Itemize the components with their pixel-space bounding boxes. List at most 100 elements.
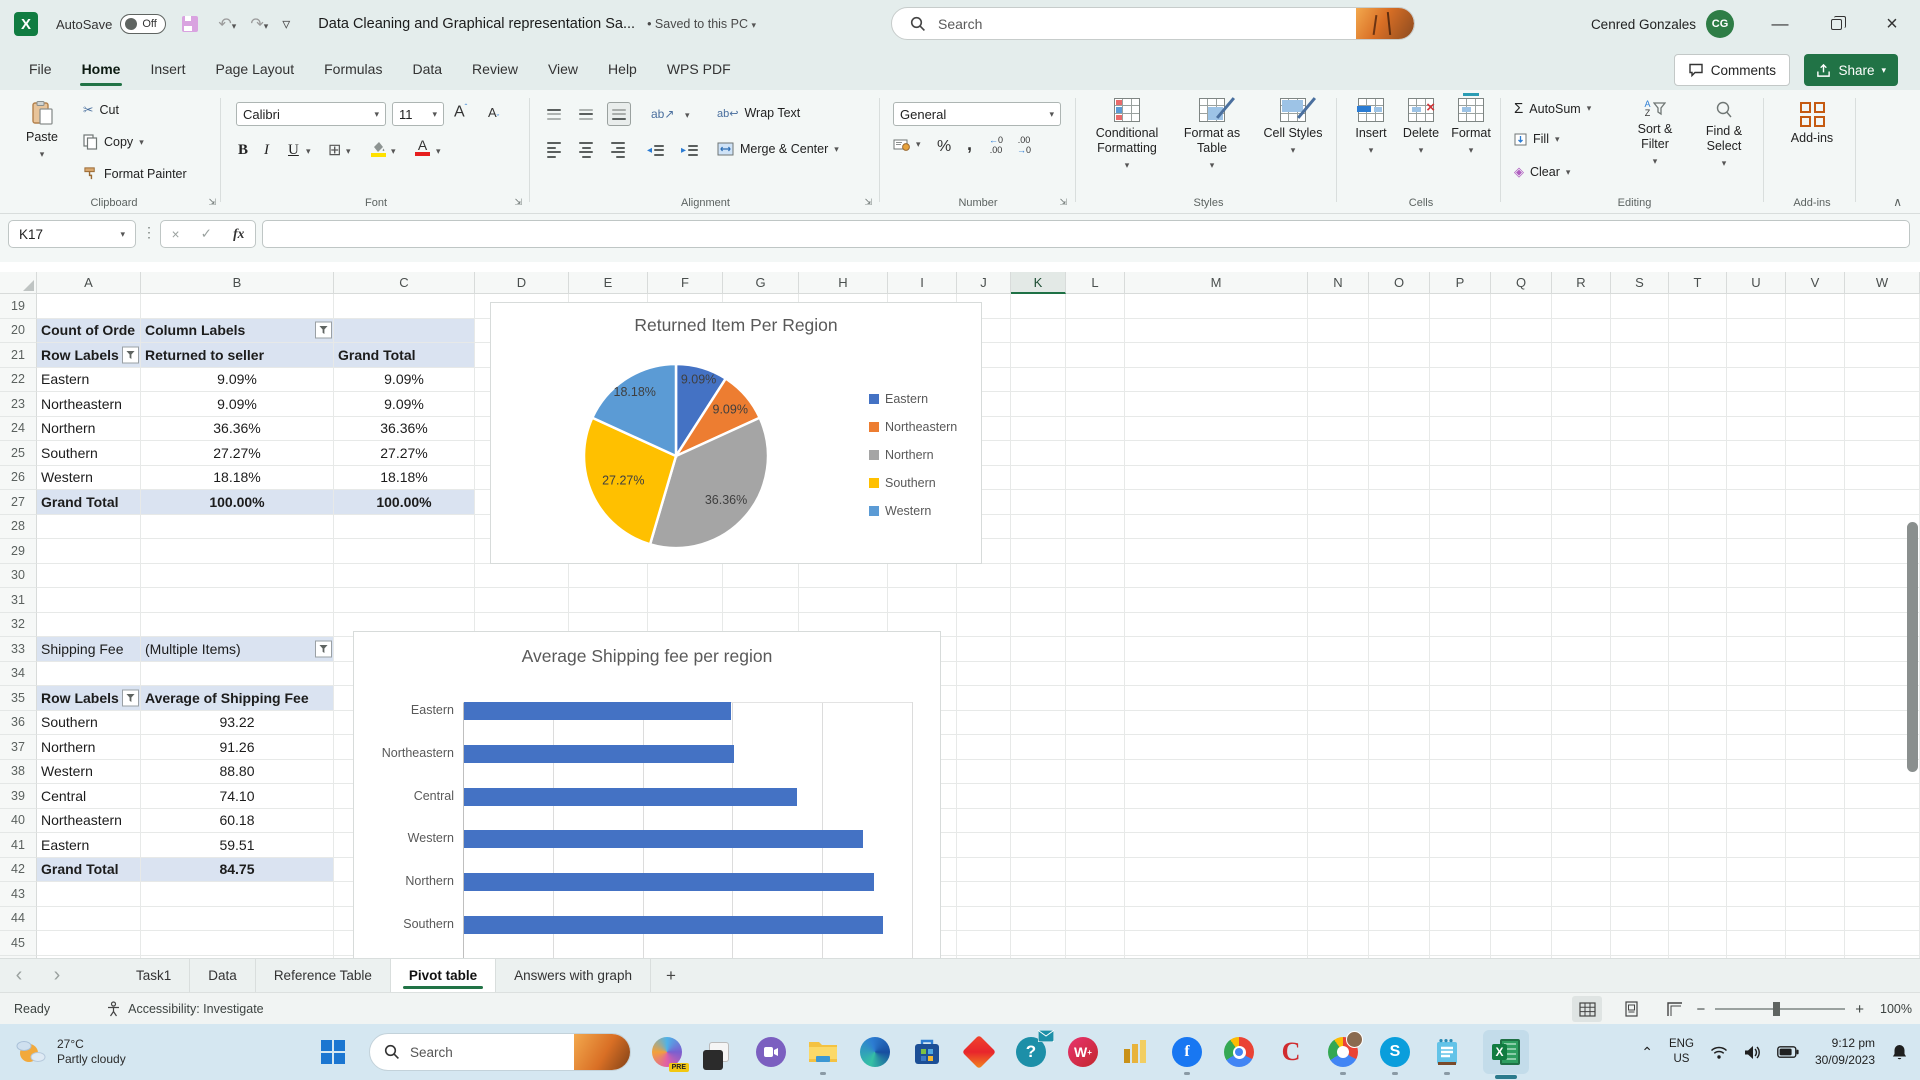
cell-R41[interactable] bbox=[1552, 833, 1611, 858]
cell-K33[interactable] bbox=[1011, 637, 1066, 662]
cell-A28[interactable] bbox=[37, 514, 141, 539]
cell-U19[interactable] bbox=[1727, 294, 1786, 319]
cell-T41[interactable] bbox=[1669, 833, 1727, 858]
cell-R29[interactable] bbox=[1552, 539, 1611, 564]
cell-L23[interactable] bbox=[1066, 392, 1125, 417]
cell-Q32[interactable] bbox=[1491, 612, 1552, 637]
cell-M32[interactable] bbox=[1125, 612, 1308, 637]
cell-A23[interactable]: Northeastern bbox=[37, 392, 141, 417]
column-header-D[interactable]: D bbox=[475, 272, 569, 294]
search-highlight-image[interactable] bbox=[1356, 8, 1414, 39]
cell-R22[interactable] bbox=[1552, 367, 1611, 392]
cell-L43[interactable] bbox=[1066, 882, 1125, 907]
cell-R45[interactable] bbox=[1552, 931, 1611, 956]
cell-T33[interactable] bbox=[1669, 637, 1727, 662]
cell-Q26[interactable] bbox=[1491, 465, 1552, 490]
cell-R19[interactable] bbox=[1552, 294, 1611, 319]
cell-V27[interactable] bbox=[1786, 490, 1845, 515]
column-header-H[interactable]: H bbox=[799, 272, 888, 294]
cell-B24[interactable]: 36.36% bbox=[141, 416, 334, 441]
cell-N24[interactable] bbox=[1308, 416, 1369, 441]
cell-O21[interactable] bbox=[1369, 343, 1430, 368]
cell-U22[interactable] bbox=[1727, 367, 1786, 392]
cell-A27[interactable]: Grand Total bbox=[37, 490, 141, 515]
cell-T25[interactable] bbox=[1669, 441, 1727, 466]
cell-B40[interactable]: 60.18 bbox=[141, 808, 334, 833]
zoom-in-icon[interactable]: + bbox=[1855, 1001, 1864, 1018]
row-header-31[interactable]: 31 bbox=[0, 588, 37, 613]
cell-R35[interactable] bbox=[1552, 686, 1611, 711]
cell-N41[interactable] bbox=[1308, 833, 1369, 858]
cell-S29[interactable] bbox=[1611, 539, 1669, 564]
legend-item-northern[interactable]: Northern bbox=[869, 441, 957, 469]
cell-S39[interactable] bbox=[1611, 784, 1669, 809]
cell-P29[interactable] bbox=[1430, 539, 1491, 564]
row-header-20[interactable]: 20 bbox=[0, 318, 37, 343]
row-header-42[interactable]: 42 bbox=[0, 857, 37, 882]
undo-icon[interactable]: ↶▾ bbox=[218, 14, 236, 34]
cell-L41[interactable] bbox=[1066, 833, 1125, 858]
cell-W23[interactable] bbox=[1845, 392, 1920, 417]
cell-O39[interactable] bbox=[1369, 784, 1430, 809]
cell-R43[interactable] bbox=[1552, 882, 1611, 907]
cell-A31[interactable] bbox=[37, 588, 141, 613]
cell-L26[interactable] bbox=[1066, 465, 1125, 490]
column-header-B[interactable]: B bbox=[141, 272, 334, 294]
autosave-toggle[interactable]: Off bbox=[120, 14, 167, 34]
column-header-M[interactable]: M bbox=[1125, 272, 1308, 294]
cell-R32[interactable] bbox=[1552, 612, 1611, 637]
percent-style-button[interactable]: % bbox=[937, 138, 951, 156]
cell-T26[interactable] bbox=[1669, 465, 1727, 490]
cell-C31[interactable] bbox=[334, 588, 475, 613]
row-header-35[interactable]: 35 bbox=[0, 686, 37, 711]
cell-B25[interactable]: 27.27% bbox=[141, 441, 334, 466]
sheet-tab-answers-with-graph[interactable]: Answers with graph bbox=[496, 959, 651, 992]
cell-V36[interactable] bbox=[1786, 710, 1845, 735]
cell-M44[interactable] bbox=[1125, 906, 1308, 931]
cell-N34[interactable] bbox=[1308, 661, 1369, 686]
cell-A26[interactable]: Western bbox=[37, 465, 141, 490]
cell-R30[interactable] bbox=[1552, 563, 1611, 588]
sheet-tab-pivot-table[interactable]: Pivot table bbox=[390, 959, 497, 992]
cell-Q34[interactable] bbox=[1491, 661, 1552, 686]
cell-W25[interactable] bbox=[1845, 441, 1920, 466]
cell-V32[interactable] bbox=[1786, 612, 1845, 637]
increase-indent-button[interactable]: ▸ bbox=[677, 138, 702, 162]
cell-V19[interactable] bbox=[1786, 294, 1845, 319]
row-header-33[interactable]: 33 bbox=[0, 637, 37, 662]
underline-menu-icon[interactable]: ▾ bbox=[306, 146, 311, 157]
cell-W24[interactable] bbox=[1845, 416, 1920, 441]
cell-M35[interactable] bbox=[1125, 686, 1308, 711]
skype-icon[interactable]: S bbox=[1379, 1036, 1411, 1075]
cell-M19[interactable] bbox=[1125, 294, 1308, 319]
cell-J31[interactable] bbox=[957, 588, 1011, 613]
quick-access-toolbar-menu-icon[interactable]: ▿ bbox=[282, 14, 290, 34]
cell-U26[interactable] bbox=[1727, 465, 1786, 490]
cell-J40[interactable] bbox=[957, 808, 1011, 833]
cell-B32[interactable] bbox=[141, 612, 334, 637]
cell-K41[interactable] bbox=[1011, 833, 1066, 858]
cell-W19[interactable] bbox=[1845, 294, 1920, 319]
tray-expand-icon[interactable]: ⌃ bbox=[1641, 1044, 1653, 1061]
cell-R37[interactable] bbox=[1552, 735, 1611, 760]
ribbon-tab-help[interactable]: Help bbox=[593, 55, 652, 83]
cell-M40[interactable] bbox=[1125, 808, 1308, 833]
orientation-button[interactable]: ab↗ bbox=[647, 102, 678, 126]
cell-O20[interactable] bbox=[1369, 318, 1430, 343]
start-button[interactable] bbox=[317, 1036, 349, 1068]
cell-S19[interactable] bbox=[1611, 294, 1669, 319]
chrome-icon[interactable] bbox=[1223, 1036, 1255, 1068]
cell-M34[interactable] bbox=[1125, 661, 1308, 686]
middle-align-button[interactable] bbox=[575, 102, 597, 126]
cell-P19[interactable] bbox=[1430, 294, 1491, 319]
cell-A39[interactable]: Central bbox=[37, 784, 141, 809]
cell-J43[interactable] bbox=[957, 882, 1011, 907]
cell-V28[interactable] bbox=[1786, 514, 1845, 539]
cell-U24[interactable] bbox=[1727, 416, 1786, 441]
cell-N21[interactable] bbox=[1308, 343, 1369, 368]
row-header-38[interactable]: 38 bbox=[0, 759, 37, 784]
row-header-44[interactable]: 44 bbox=[0, 906, 37, 931]
cell-S44[interactable] bbox=[1611, 906, 1669, 931]
minimize-button[interactable]: — bbox=[1752, 0, 1808, 48]
cell-M45[interactable] bbox=[1125, 931, 1308, 956]
